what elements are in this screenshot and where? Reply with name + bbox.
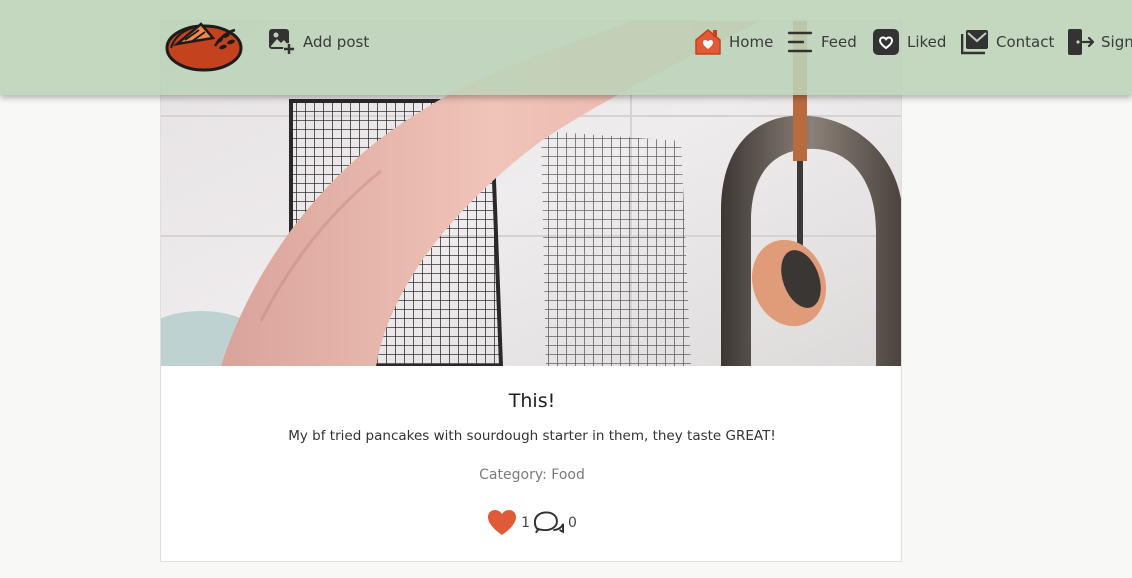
nav-add-post[interactable]: Add post bbox=[268, 28, 369, 56]
nav-feed-label: Feed bbox=[821, 33, 857, 51]
nav-sign-label: Sign bbox=[1101, 33, 1132, 51]
heart-icon[interactable] bbox=[487, 508, 517, 538]
post-title: This! bbox=[508, 390, 556, 412]
post-category: Category: Food bbox=[161, 467, 901, 483]
nav-contact-label: Contact bbox=[996, 33, 1055, 51]
nav-liked-label: Liked bbox=[907, 33, 947, 51]
menu-lines-icon bbox=[786, 28, 814, 56]
category-link[interactable]: Food bbox=[551, 467, 585, 483]
add-image-icon bbox=[268, 28, 296, 56]
post-stats: 1 0 bbox=[161, 508, 901, 538]
door-exit-icon bbox=[1066, 28, 1094, 56]
nav-add-post-label: Add post bbox=[303, 33, 370, 51]
nav-home-label: Home bbox=[729, 33, 774, 51]
nav-contact[interactable]: Contact bbox=[961, 28, 1054, 56]
post-card: This! My bf tried pancakes with sourdoug… bbox=[160, 20, 902, 562]
nav-sign[interactable]: Sign bbox=[1066, 28, 1132, 56]
nav-feed[interactable]: Feed bbox=[786, 28, 857, 56]
nav-home[interactable]: Home bbox=[694, 28, 773, 56]
post-text: My bf tried pancakes with sourdough star… bbox=[288, 428, 776, 444]
category-label: Category: bbox=[479, 467, 552, 483]
envelope-icon bbox=[961, 28, 989, 56]
home-heart-icon bbox=[694, 28, 722, 56]
comment-bubbles-icon[interactable] bbox=[534, 508, 564, 538]
comment-count: 0 bbox=[568, 515, 577, 531]
navbar: Add post Home Feed Liked Contact Sign bbox=[0, 0, 1132, 95]
like-count: 1 bbox=[521, 515, 530, 531]
post-body: This! My bf tried pancakes with sourdoug… bbox=[161, 366, 901, 561]
heart-square-icon bbox=[872, 28, 900, 56]
bread-loaf-logo[interactable] bbox=[165, 16, 243, 72]
nav-liked[interactable]: Liked bbox=[872, 28, 946, 56]
page: This! My bf tried pancakes with sourdoug… bbox=[0, 0, 1132, 578]
